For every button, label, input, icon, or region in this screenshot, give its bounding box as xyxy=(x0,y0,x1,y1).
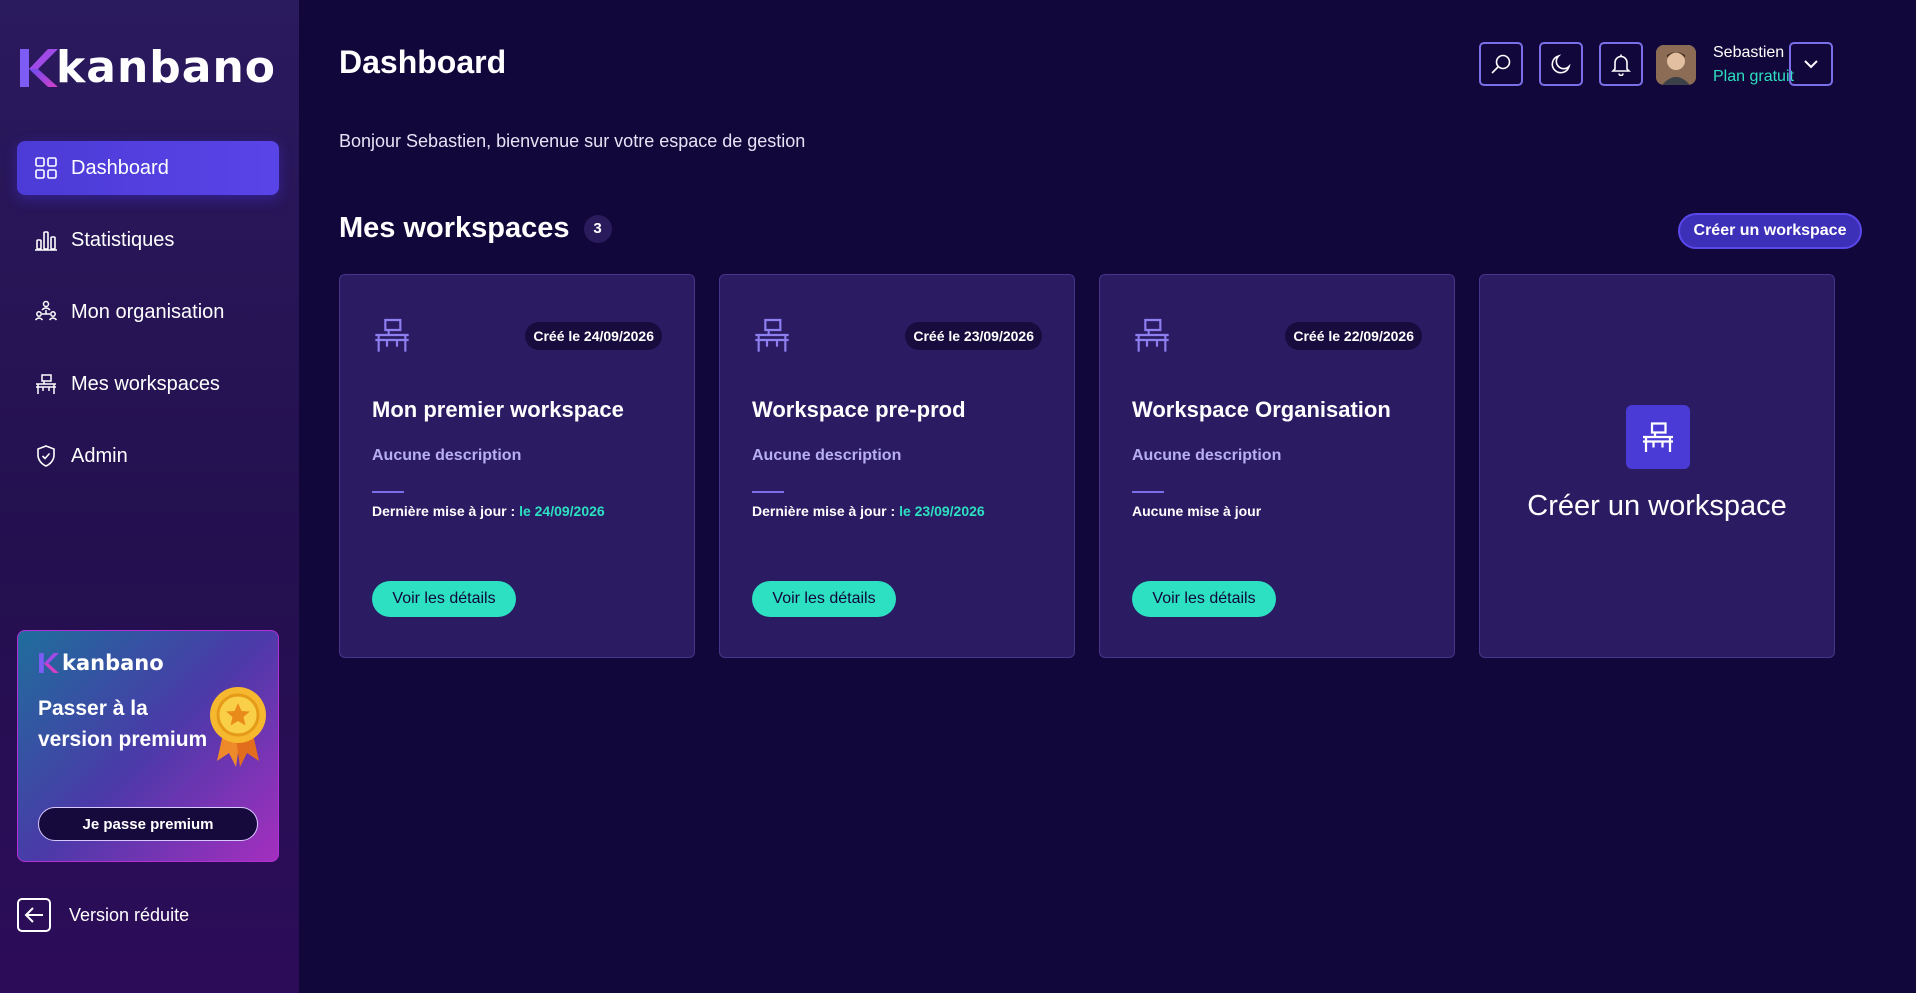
header-actions xyxy=(1479,42,1643,86)
moon-icon xyxy=(1551,54,1571,74)
user-name: Sebastien xyxy=(1713,44,1785,61)
workspaces-count-badge: 3 xyxy=(583,214,612,243)
sidebar-item-label: Admin xyxy=(71,444,128,467)
search-button[interactable] xyxy=(1479,42,1523,86)
workspaces-header: Mes workspaces 3 xyxy=(339,212,612,245)
brand-logo[interactable]: kanbano xyxy=(18,42,276,93)
create-workspace-label: Créer un workspace xyxy=(1527,490,1787,522)
page-title: Dashboard xyxy=(339,44,507,80)
created-date-badge: Créé le 22/09/2026 xyxy=(1285,322,1422,350)
notifications-button[interactable] xyxy=(1599,42,1643,86)
divider xyxy=(372,491,404,493)
workspace-description: Aucune description xyxy=(752,447,902,464)
view-details-button[interactable]: Voir les détails xyxy=(372,581,516,617)
workspace-description: Aucune description xyxy=(372,447,522,464)
theme-toggle-button[interactable] xyxy=(1539,42,1583,86)
bell-icon xyxy=(1611,54,1631,76)
sidebar-item-label: Statistiques xyxy=(71,228,175,251)
sidebar-item-mes-workspaces[interactable]: Mes workspaces xyxy=(17,357,279,411)
created-date-badge: Créé le 24/09/2026 xyxy=(525,322,662,350)
user-menu-dropdown[interactable] xyxy=(1789,42,1833,86)
arrow-left-icon xyxy=(17,898,51,932)
divider xyxy=(752,491,784,493)
workspace-name: Workspace pre-prod xyxy=(752,397,966,422)
workspace-last-update: Aucune mise à jour xyxy=(1132,503,1261,519)
brand-name: kanbano xyxy=(56,42,277,93)
sidebar-item-statistiques[interactable]: Statistiques xyxy=(17,213,279,267)
desk-icon xyxy=(755,318,789,352)
create-workspace-card[interactable]: Créer un workspace xyxy=(1479,274,1835,658)
workspace-card: Créé le 23/09/2026 Workspace pre-prod Au… xyxy=(719,274,1075,658)
desk-icon xyxy=(1135,318,1169,352)
workspace-description: Aucune description xyxy=(1132,447,1282,464)
medal-icon xyxy=(210,687,266,767)
update-label: Aucune mise à jour xyxy=(1132,503,1262,519)
workspace-name: Mon premier workspace xyxy=(372,397,624,422)
divider xyxy=(1132,491,1164,493)
user-plan: Plan gratuit xyxy=(1713,68,1794,85)
sidebar-item-label: Dashboard xyxy=(71,156,169,179)
desk-icon xyxy=(1626,405,1690,469)
create-workspace-button[interactable]: Créer un workspace xyxy=(1678,213,1862,249)
promo-brand: kanbano xyxy=(62,651,164,675)
sidebar-nav: Dashboard Statistiques Mon organisation … xyxy=(17,141,279,501)
kanbano-logo-icon xyxy=(39,653,59,673)
workspace-last-update: Dernière mise à jour : le 24/09/2026 xyxy=(372,503,605,519)
workspace-card: Créé le 22/09/2026 Workspace Organisatio… xyxy=(1099,274,1455,658)
main-content: Dashboard Bonjour Sebastien, bienvenue s… xyxy=(299,0,1916,993)
workspace-card: Créé le 24/09/2026 Mon premier workspace… xyxy=(339,274,695,658)
chevron-down-icon xyxy=(1804,60,1818,69)
premium-promo-card: kanbano Passer à la version premium Je p… xyxy=(17,630,279,862)
sidebar-item-label: Mon organisation xyxy=(71,300,225,323)
workspaces-title: Mes workspaces xyxy=(339,212,570,244)
update-date: le 23/09/2026 xyxy=(899,503,985,519)
sidebar: kanbano Dashboard Statistiques Mon organ… xyxy=(0,0,299,993)
organization-icon xyxy=(33,299,59,325)
promo-title: Passer à la version premium xyxy=(38,697,208,751)
promo-logo: kanbano xyxy=(38,651,164,675)
bar-chart-icon xyxy=(33,227,59,253)
workspace-last-update: Dernière mise à jour : le 23/09/2026 xyxy=(752,503,985,519)
shield-check-icon xyxy=(33,443,59,469)
kanbano-logo-icon xyxy=(20,48,58,87)
go-premium-button[interactable]: Je passe premium xyxy=(38,807,258,841)
grid-icon xyxy=(33,155,59,181)
sidebar-item-dashboard[interactable]: Dashboard xyxy=(17,141,279,195)
view-details-button[interactable]: Voir les détails xyxy=(752,581,896,617)
update-label: Dernière mise à jour : xyxy=(752,503,900,519)
collapse-sidebar-button[interactable]: Version réduite xyxy=(17,898,189,932)
sidebar-item-mon-organisation[interactable]: Mon organisation xyxy=(17,285,279,339)
sidebar-item-label: Mes workspaces xyxy=(71,372,220,395)
created-date-badge: Créé le 23/09/2026 xyxy=(905,322,1042,350)
avatar[interactable] xyxy=(1656,45,1696,85)
desk-icon xyxy=(33,371,59,397)
collapse-label: Version réduite xyxy=(69,904,190,925)
view-details-button[interactable]: Voir les détails xyxy=(1132,581,1276,617)
welcome-message: Bonjour Sebastien, bienvenue sur votre e… xyxy=(339,131,806,151)
search-icon xyxy=(1491,54,1511,74)
workspace-name: Workspace Organisation xyxy=(1132,397,1391,422)
user-avatar-icon xyxy=(1656,45,1696,85)
update-label: Dernière mise à jour : xyxy=(372,503,520,519)
desk-icon xyxy=(375,318,409,352)
update-date: le 24/09/2026 xyxy=(519,503,605,519)
sidebar-item-admin[interactable]: Admin xyxy=(17,429,279,483)
